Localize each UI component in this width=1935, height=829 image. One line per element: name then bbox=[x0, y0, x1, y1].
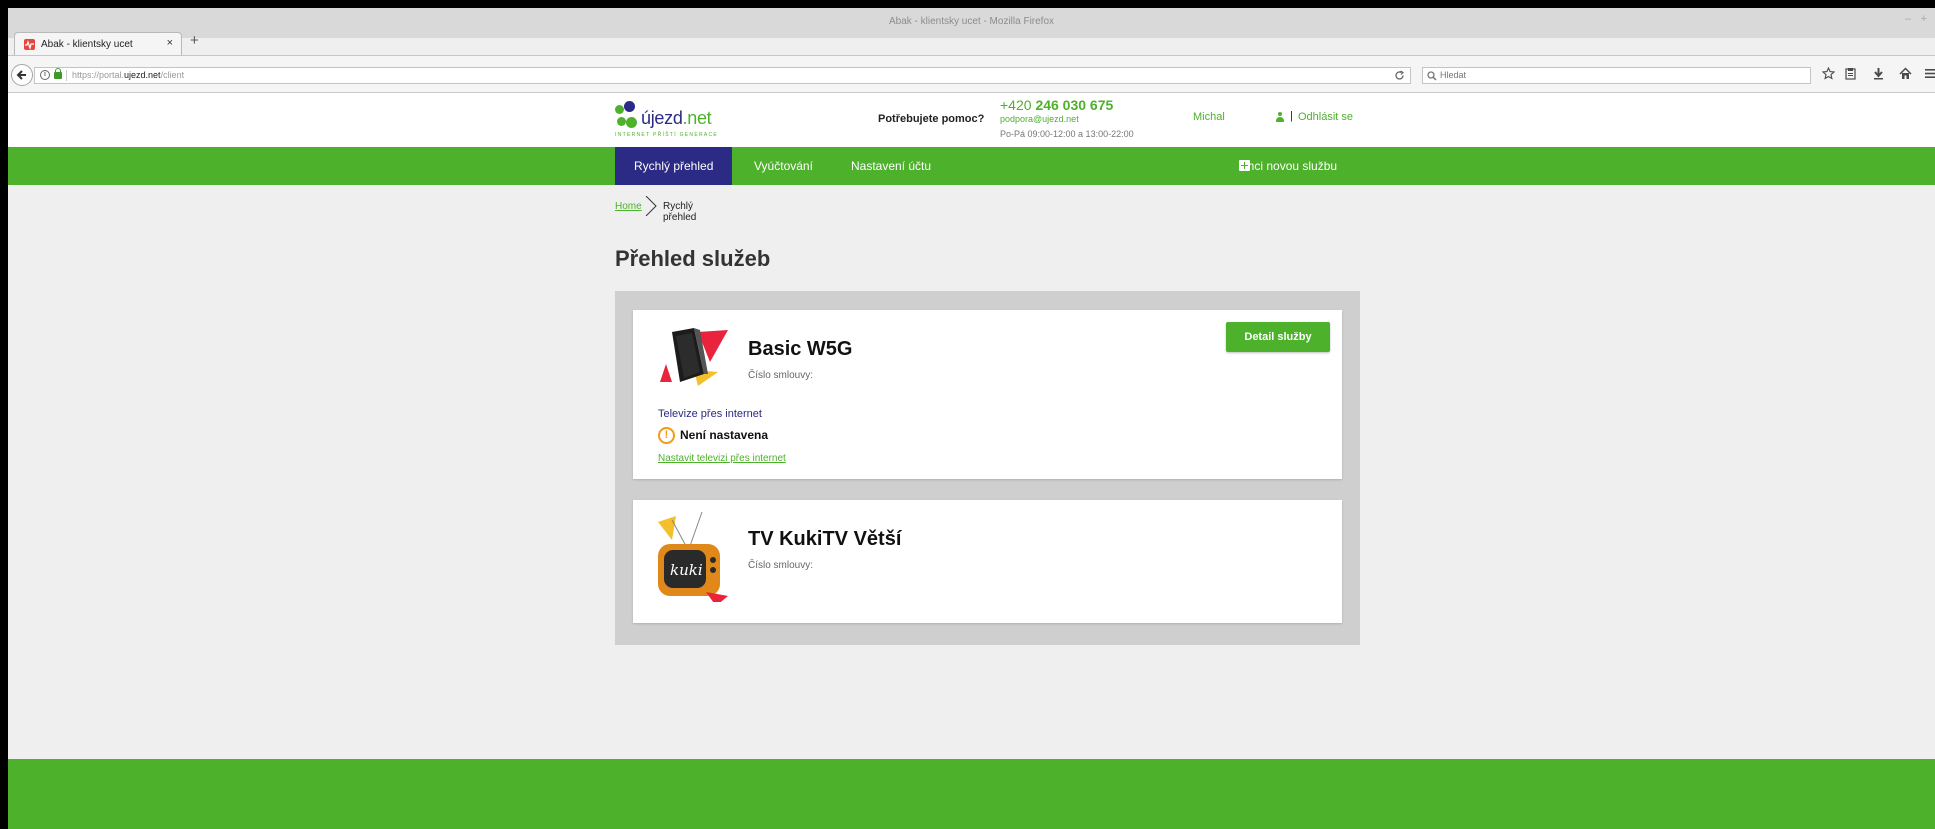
router-image-icon bbox=[660, 328, 728, 386]
clipboard-icon[interactable] bbox=[1844, 67, 1857, 80]
back-arrow-icon bbox=[16, 70, 26, 80]
plus-square-icon bbox=[1239, 160, 1250, 171]
url-text[interactable]: https://portal.ujezd.net/client bbox=[72, 70, 184, 80]
service-card: kuki TV KukiTV Větší Číslo smlouvy: bbox=[633, 500, 1342, 623]
window-title: Abak - klientsky ucet - Mozilla Firefox bbox=[888, 16, 1055, 27]
bookmark-star-icon[interactable] bbox=[1822, 67, 1835, 80]
service-name: Basic W5G bbox=[748, 338, 853, 360]
url-divider bbox=[66, 70, 67, 81]
tv-image-icon: kuki bbox=[658, 512, 728, 602]
menu-item-account-settings[interactable]: Nastavení účtu bbox=[832, 147, 950, 185]
logo-dot bbox=[624, 101, 635, 112]
url-path: /client bbox=[160, 70, 185, 80]
search-bar[interactable] bbox=[1422, 67, 1811, 84]
page-title: Přehled služeb bbox=[615, 246, 771, 271]
search-icon bbox=[1427, 71, 1437, 81]
logo-tagline: INTERNET PŘÍŠTÍ GENERACE bbox=[615, 132, 719, 138]
minimize-button[interactable]: – bbox=[1905, 13, 1911, 25]
tv-brand-text: kuki bbox=[670, 561, 703, 579]
browser-tab[interactable]: Abak - klientsky ucet × bbox=[14, 32, 182, 56]
search-input[interactable] bbox=[1440, 70, 1800, 80]
browser-window: Abak - klientsky ucet - Mozilla Firefox … bbox=[8, 8, 1935, 829]
logo-name-tld: .net bbox=[682, 108, 712, 128]
new-service-link[interactable]: Chci novou službu bbox=[1221, 147, 1337, 185]
logout-link[interactable]: Odhlásit se bbox=[1298, 111, 1353, 123]
tab-close-icon[interactable]: × bbox=[167, 37, 173, 49]
download-icon[interactable] bbox=[1872, 67, 1885, 80]
favicon-icon bbox=[24, 39, 35, 50]
new-service-label: Chci novou službu bbox=[1239, 159, 1338, 173]
maximize-button[interactable]: + bbox=[1921, 13, 1927, 25]
menu-icon[interactable] bbox=[1925, 67, 1935, 80]
reload-icon[interactable] bbox=[1394, 70, 1405, 81]
user-icon bbox=[1276, 112, 1284, 122]
contract-number-label: Číslo smlouvy: bbox=[748, 370, 814, 381]
site-logo[interactable]: újezd.net INTERNET PŘÍŠTÍ GENERACE bbox=[615, 101, 725, 141]
support-hours: Po-Pá 09:00-12:00 a 13:00-22:00 bbox=[1000, 129, 1134, 139]
site-header: újezd.net INTERNET PŘÍŠTÍ GENERACE Potře… bbox=[8, 93, 1935, 147]
logo-dot bbox=[617, 117, 626, 126]
main-menu: Rychlý přehled Vyúčtování Nastavení účtu… bbox=[8, 147, 1935, 185]
url-prefix: https://portal. bbox=[72, 70, 125, 80]
warning-icon: ! bbox=[658, 427, 675, 444]
navigation-toolbar: i https://portal.ujezd.net/client bbox=[8, 55, 1935, 93]
support-email-link[interactable]: podpora@ujezd.net bbox=[1000, 114, 1079, 124]
help-label: Potřebujete pomoc? bbox=[878, 113, 985, 125]
breadcrumb-current: Rychlý přehled bbox=[663, 201, 697, 223]
tv-status: Není nastavena bbox=[680, 428, 769, 442]
url-bar[interactable]: i https://portal.ujezd.net/client bbox=[34, 67, 1411, 84]
phone-number: 246 030 675 bbox=[1035, 97, 1114, 113]
menu-item-quick-overview[interactable]: Rychlý přehled bbox=[615, 147, 733, 185]
menu-item-billing[interactable]: Vyúčtování bbox=[735, 147, 832, 185]
breadcrumb-home-link[interactable]: Home bbox=[615, 201, 642, 212]
service-name: TV KukiTV Větší bbox=[748, 528, 902, 550]
lock-icon bbox=[54, 68, 62, 79]
services-list: Basic W5G Číslo smlouvy: Detail služby T… bbox=[615, 291, 1360, 645]
back-button[interactable] bbox=[11, 64, 33, 86]
phone-prefix: +420 bbox=[1000, 97, 1036, 113]
header-separator: | bbox=[1290, 110, 1293, 122]
logo-dot bbox=[615, 105, 624, 114]
new-tab-button[interactable]: + bbox=[190, 33, 199, 49]
service-detail-button[interactable]: Detail služby bbox=[1226, 322, 1330, 352]
site-footer bbox=[8, 759, 1935, 829]
window-titlebar: Abak - klientsky ucet - Mozilla Firefox … bbox=[8, 8, 1935, 38]
user-name-link[interactable]: Michal bbox=[1193, 111, 1225, 123]
contract-number-label: Číslo smlouvy: bbox=[748, 560, 814, 571]
page-content: újezd.net INTERNET PŘÍŠTÍ GENERACE Potře… bbox=[8, 93, 1935, 829]
support-phone[interactable]: +420 246 030 675 bbox=[1000, 97, 1113, 113]
logo-dot bbox=[626, 117, 637, 128]
logo-name-main: újezd bbox=[641, 108, 683, 128]
home-icon[interactable] bbox=[1899, 67, 1912, 80]
setup-tv-link[interactable]: Nastavit televizi přes internet bbox=[658, 453, 786, 464]
chevron-right-icon bbox=[645, 196, 657, 216]
info-icon[interactable]: i bbox=[40, 70, 50, 80]
logo-wordmark: újezd.net bbox=[641, 108, 712, 129]
tab-title: Abak - klientsky ucet bbox=[41, 39, 133, 50]
tv-service-label: Televize přes internet bbox=[658, 408, 762, 420]
url-host: ujezd.net bbox=[124, 70, 161, 80]
service-card: Basic W5G Číslo smlouvy: Detail služby T… bbox=[633, 310, 1342, 479]
